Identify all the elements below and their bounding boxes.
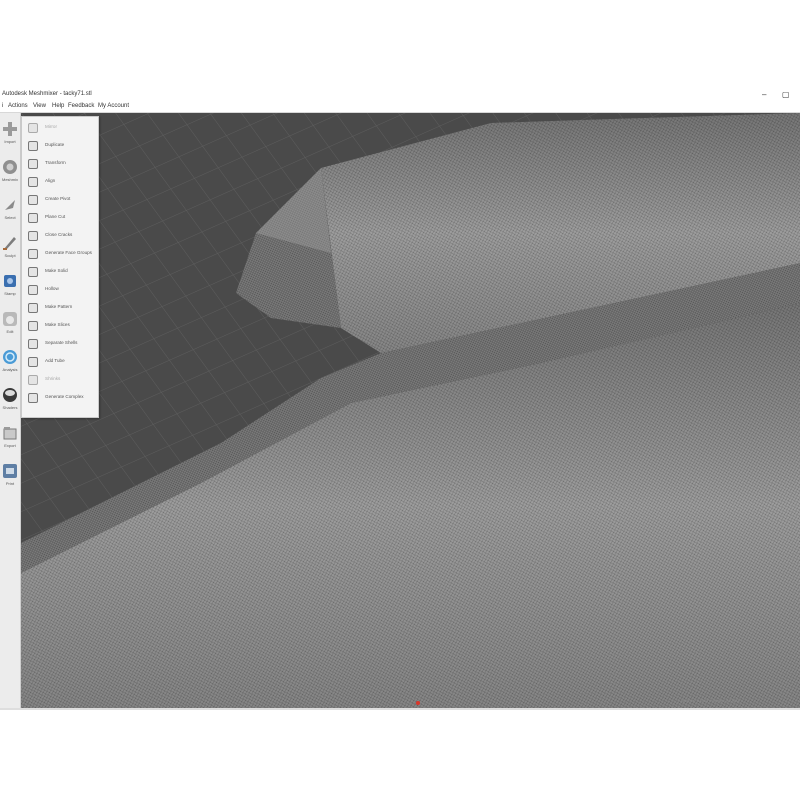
tool-sculpt[interactable]: Sculpt: [1, 233, 19, 265]
menu-item-label: Shrinks: [45, 376, 61, 381]
tool-label: Import: [4, 139, 16, 144]
shrinks-icon: [28, 375, 38, 385]
menu-item-label: Create Pivot: [45, 196, 71, 201]
tool-label: Meshmix: [1, 177, 18, 182]
tool-label: Stamp: [4, 291, 16, 296]
tool-print[interactable]: Print: [1, 461, 19, 493]
export-icon: [3, 427, 17, 440]
tool-label: Edit: [6, 329, 14, 334]
accent-marker: [416, 701, 420, 705]
sculpt-brush-icon: [3, 237, 16, 250]
hollow-icon: [28, 285, 38, 295]
duplicate-icon: [28, 141, 38, 151]
tool-shaders[interactable]: Shaders: [1, 385, 19, 417]
menu-item-label: Generate Complex: [45, 394, 84, 399]
edit-menu: Mirror Duplicate Transform Align Create …: [21, 116, 99, 418]
menu-item-label: Hollow: [45, 286, 59, 291]
mirror-icon: [28, 123, 38, 133]
menu-item-label: Add Tube: [45, 358, 65, 363]
window-title: Autodesk Meshmixer - tacky71.stl: [2, 91, 92, 97]
menu-item-label: Transform: [45, 160, 66, 165]
menu-item-label: Generate Face Groups: [45, 250, 92, 255]
menu-view[interactable]: View: [33, 101, 46, 112]
menu-item-label: Align: [45, 178, 56, 183]
menu-item-label: Mirror: [45, 124, 57, 129]
transform-icon: [28, 159, 38, 169]
3d-viewport[interactable]: vertices: 64183 triangles: 127846: [21, 113, 800, 708]
face-groups-icon: [28, 249, 38, 259]
meshmix-icon: [3, 160, 17, 174]
menu-item-label: Plane Cut: [45, 214, 66, 219]
tool-stamp[interactable]: Stamp: [1, 271, 19, 303]
tool-label: Shaders: [2, 405, 18, 410]
tool-edit[interactable]: Edit: [1, 309, 19, 341]
left-toolbar: Import Meshmix Select Sculpt Stamp Edit …: [0, 113, 21, 710]
generate-complex-icon: [28, 393, 38, 403]
menu-bar: i Actions View Help Feedback My Account: [0, 101, 800, 113]
menu-item-label: Make Solid: [45, 268, 68, 273]
title-bar: Autodesk Meshmixer - tacky71.stl – ▢: [0, 88, 800, 101]
slices-icon: [28, 321, 38, 331]
plane-cut-icon: [28, 213, 38, 223]
tool-label: Export: [4, 443, 16, 448]
pivot-icon: [28, 195, 38, 205]
align-icon: [28, 177, 38, 187]
pattern-icon: [28, 303, 38, 313]
stamp-icon: [4, 275, 16, 287]
menu-actions[interactable]: Actions: [8, 101, 28, 112]
tool-label: Sculpt: [4, 253, 16, 258]
tool-label: Print: [5, 481, 15, 486]
status-line: vertices: 64183 triangles: 127846: [681, 698, 740, 703]
minimize-button[interactable]: –: [762, 88, 766, 101]
tool-import[interactable]: Import: [1, 119, 19, 151]
menu-feedback[interactable]: Feedback: [68, 101, 94, 112]
tool-meshmix[interactable]: Meshmix: [1, 157, 19, 189]
separate-shells-icon: [28, 339, 38, 349]
select-arrow-icon: [5, 200, 15, 210]
menu-item-label: Duplicate: [45, 142, 65, 147]
tool-label: Select: [4, 215, 16, 220]
plus-icon: [3, 122, 17, 136]
viewport-canvas: [21, 113, 800, 708]
tool-select[interactable]: Select: [1, 195, 19, 227]
analysis-icon: [3, 350, 17, 364]
meshmixer-window: Autodesk Meshmixer - tacky71.stl – ▢ i A…: [0, 88, 800, 710]
tool-export[interactable]: Export: [1, 423, 19, 455]
edit-icon: [3, 312, 17, 326]
menu-my-account[interactable]: My Account: [98, 101, 129, 112]
make-solid-icon: [28, 267, 38, 277]
add-tube-icon: [28, 357, 38, 367]
menu-item-label: Separate Shells: [45, 340, 78, 345]
tool-analysis[interactable]: Analysis: [1, 347, 19, 379]
menu-item-label: Close Cracks: [45, 232, 73, 237]
shaders-icon: [3, 388, 17, 402]
maximize-button[interactable]: ▢: [782, 88, 790, 101]
menu-help[interactable]: Help: [52, 101, 64, 112]
menu-item-label: Make Slices: [45, 322, 70, 327]
status-bar: [0, 708, 800, 710]
menu-edge-marker: i: [2, 103, 4, 109]
close-cracks-icon: [28, 231, 38, 241]
tool-label: Analysis: [2, 367, 18, 372]
menu-item-generate-complex[interactable]: Generate Complex: [22, 387, 98, 409]
print-icon: [3, 464, 17, 478]
menu-item-label: Make Pattern: [45, 304, 73, 309]
